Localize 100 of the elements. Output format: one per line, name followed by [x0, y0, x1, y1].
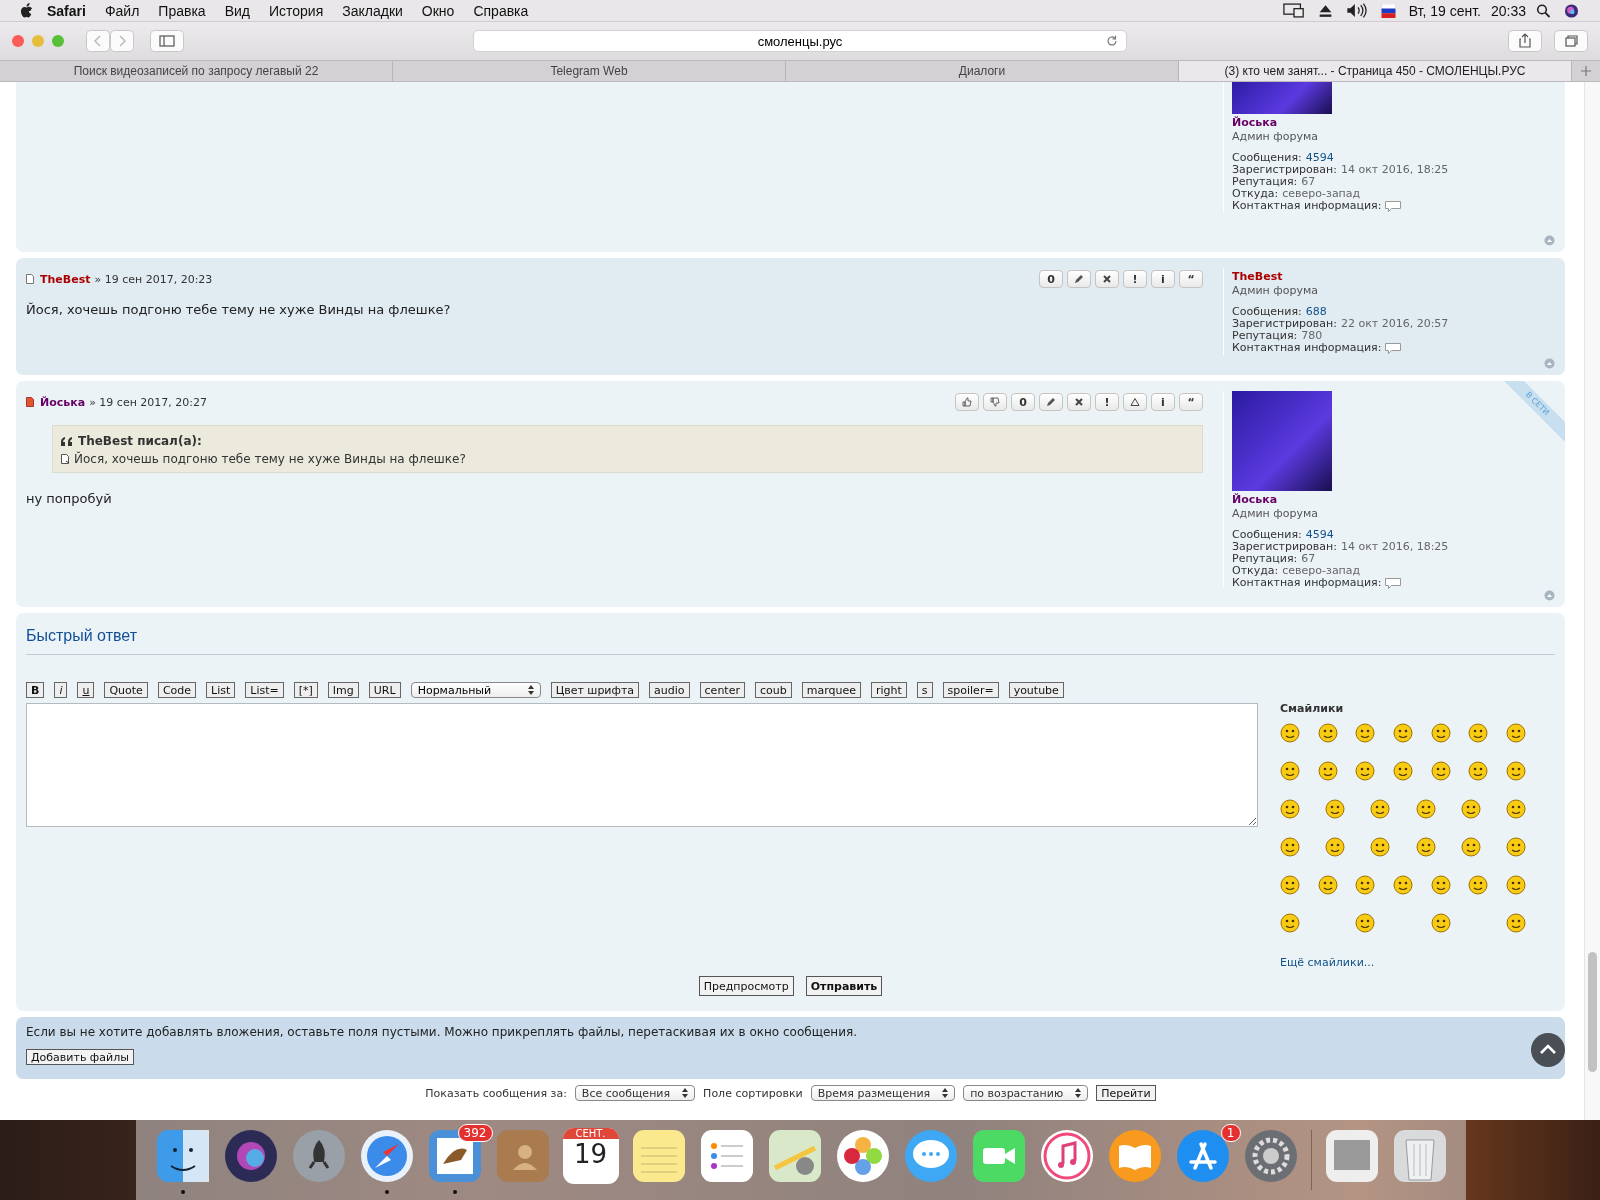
post-action-button[interactable] — [1095, 270, 1119, 288]
format-button[interactable]: List= — [245, 682, 284, 698]
smiley-icon[interactable] — [1392, 723, 1413, 743]
format-button[interactable]: coub — [754, 682, 792, 698]
message-field[interactable] — [26, 703, 1258, 827]
add-files-button[interactable]: Добавить файлы — [26, 1049, 134, 1065]
smiley-icon[interactable] — [1506, 913, 1526, 933]
post-action-button[interactable] — [1123, 393, 1147, 411]
sort-select[interactable]: Время размещения — [810, 1085, 956, 1101]
browser-tab[interactable]: Telegram Web — [393, 61, 786, 81]
smiley-icon[interactable] — [1280, 875, 1300, 895]
address-field[interactable]: смоленцы.рус — [473, 30, 1127, 52]
smiley-icon[interactable] — [1505, 875, 1526, 895]
menu-item[interactable]: Закладки — [342, 2, 403, 19]
smiley-icon[interactable] — [1280, 723, 1300, 743]
font-size-select[interactable]: Нормальный — [410, 682, 541, 698]
compass-icon[interactable] — [358, 1128, 415, 1184]
post-action-button[interactable]: 0 — [1039, 270, 1063, 288]
smiley-icon[interactable] — [1505, 837, 1526, 857]
smiley-icon[interactable] — [1468, 875, 1489, 895]
smiley-icon[interactable] — [1415, 799, 1436, 819]
smiley-icon[interactable] — [1430, 913, 1451, 933]
search-icon[interactable] — [1536, 3, 1551, 18]
browser-tab[interactable]: (3) кто чем занят... - Страница 450 - СМОЛЕНЦЫ.РУС — [1179, 61, 1572, 81]
smiley-icon[interactable] — [1280, 913, 1300, 933]
menu-item[interactable]: Файл — [104, 2, 140, 19]
orb-icon[interactable] — [222, 1128, 279, 1184]
menu-item[interactable]: Окно — [421, 2, 455, 19]
smiley-icon[interactable] — [1430, 723, 1451, 743]
apple-logo-icon[interactable] — [20, 3, 33, 18]
speech-bubble-icon[interactable] — [1385, 200, 1402, 212]
flower-icon[interactable] — [834, 1128, 891, 1184]
period-select[interactable]: Все сообщения — [574, 1085, 696, 1101]
menu-item[interactable]: История — [268, 2, 324, 19]
smiley-icon[interactable] — [1430, 761, 1451, 781]
smiley-icon[interactable] — [1355, 723, 1376, 743]
preview-button[interactable]: Предпросмотр — [698, 976, 794, 996]
flag-icon[interactable] — [1380, 3, 1396, 18]
smiley-icon[interactable] — [1325, 837, 1346, 857]
document-icon[interactable] — [61, 454, 70, 464]
speech-bubble-icon[interactable] — [1385, 342, 1402, 354]
format-button[interactable]: List — [206, 682, 236, 698]
smiley-icon[interactable] — [1468, 761, 1489, 781]
reload-icon[interactable] — [1106, 35, 1118, 47]
scrollbar-thumb[interactable] — [1588, 952, 1597, 1072]
post-action-button[interactable]: “ — [1179, 393, 1203, 411]
music-note-icon[interactable] — [1038, 1128, 1095, 1184]
format-button[interactable]: Code — [157, 682, 197, 698]
eject-icon[interactable] — [1317, 3, 1333, 18]
smiling-face-icon[interactable] — [154, 1128, 211, 1184]
sidebar-button[interactable] — [150, 30, 184, 52]
smiley-icon[interactable] — [1505, 799, 1526, 819]
video-camera-icon[interactable] — [970, 1128, 1027, 1184]
browser-tab[interactable]: Поиск видеозаписей по запросу легавый 22 — [0, 61, 393, 81]
smiley-icon[interactable] — [1505, 723, 1526, 743]
gear-icon[interactable] — [1242, 1128, 1299, 1184]
smiley-icon[interactable] — [1505, 761, 1526, 781]
author-link[interactable]: TheBest — [40, 272, 91, 286]
format-button[interactable]: youtube — [1008, 682, 1064, 698]
tabs-button[interactable] — [1554, 30, 1588, 52]
order-select[interactable]: по возрастанию — [963, 1085, 1089, 1101]
smiley-icon[interactable] — [1355, 761, 1376, 781]
format-button[interactable]: marquee — [801, 682, 861, 698]
notepad-icon[interactable] — [630, 1128, 687, 1184]
format-button[interactable]: right — [870, 682, 907, 698]
smiley-icon[interactable] — [1317, 875, 1338, 895]
format-button[interactable]: Quote — [104, 682, 148, 698]
smiley-icon[interactable] — [1317, 723, 1338, 743]
orb-icon[interactable] — [1564, 3, 1579, 18]
menu-item[interactable]: Правка — [158, 2, 206, 19]
speech-bubble-icon[interactable] — [902, 1128, 959, 1184]
username-link[interactable]: Йоська — [1232, 116, 1555, 129]
smiley-icon[interactable] — [1430, 875, 1451, 895]
date-text[interactable]: Вт, 19 сент. — [1408, 2, 1481, 19]
smiley-icon[interactable] — [1355, 913, 1376, 933]
stat-link[interactable]: 4594 — [1305, 529, 1334, 541]
smiley-icon[interactable] — [1460, 837, 1481, 857]
smiley-icon[interactable] — [1460, 799, 1481, 819]
smiley-icon[interactable] — [1317, 761, 1338, 781]
smiley-icon[interactable] — [1468, 723, 1489, 743]
stat-link[interactable]: 688 — [1305, 306, 1327, 318]
post-action-button[interactable] — [1039, 393, 1063, 411]
calendar-icon[interactable]: СЕНТ. 19 — [562, 1128, 619, 1184]
scroll-to-top-button[interactable] — [1531, 1033, 1565, 1067]
go-button[interactable]: Перейти — [1096, 1085, 1156, 1101]
smiley-icon[interactable] — [1392, 761, 1413, 781]
username-link[interactable]: TheBest — [1232, 270, 1555, 283]
rocket-icon[interactable] — [290, 1128, 347, 1184]
smiley-icon[interactable] — [1370, 837, 1391, 857]
post-action-button[interactable] — [1067, 270, 1091, 288]
format-button[interactable]: Img — [327, 682, 359, 698]
post-action-button[interactable]: i — [1151, 393, 1175, 411]
share-button[interactable] — [1508, 30, 1542, 52]
open-book-icon[interactable] — [1106, 1128, 1163, 1184]
format-button[interactable]: center — [699, 682, 745, 698]
format-button[interactable]: audio — [649, 682, 690, 698]
checklist-icon[interactable] — [698, 1128, 755, 1184]
smiley-icon[interactable] — [1325, 799, 1346, 819]
format-button[interactable]: URL — [368, 682, 401, 698]
format-button[interactable]: i — [54, 682, 68, 698]
